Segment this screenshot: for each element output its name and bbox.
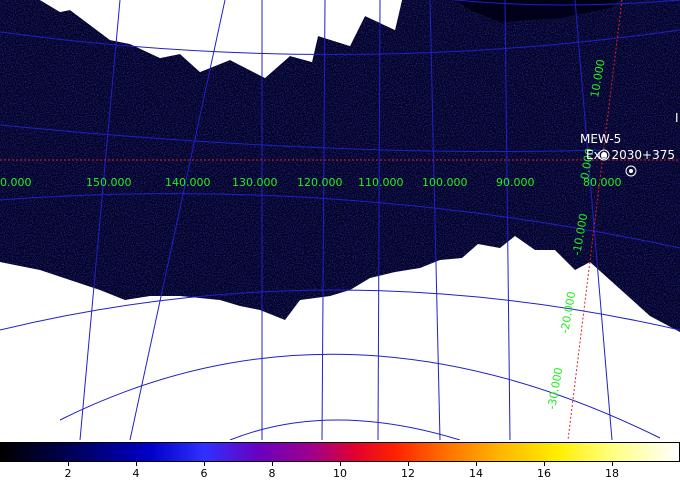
- lon-label-150: 150.000: [86, 176, 132, 189]
- colorbar-tick-mark: [272, 462, 273, 466]
- colorbar-tick-mark: [408, 462, 409, 466]
- colorbar-tick-mark: [612, 462, 613, 466]
- lon-label-140: 140.000: [165, 176, 211, 189]
- colorbar-tick-mark: [68, 462, 69, 466]
- colorbar-tick-mark: [544, 462, 545, 466]
- colorbar-tick-label: 2: [64, 467, 72, 480]
- sky-map: 0.000 150.000 140.000 130.000 120.000 11…: [0, 0, 680, 440]
- lon-label-0: 0.000: [0, 176, 32, 189]
- lon-label-130: 130.000: [232, 176, 278, 189]
- lat-label-minus20: -20.000: [558, 290, 578, 334]
- colorbar-panel: 2 4 6 8 10 12 14 16 18: [0, 440, 680, 488]
- lon-label-90: 90.000: [496, 176, 535, 189]
- survey-noise: [0, 0, 680, 332]
- colorbar-tick-label: 18: [605, 467, 619, 480]
- lon-label-100: 100.000: [422, 176, 468, 189]
- colorbar-gradient: [0, 442, 680, 462]
- colorbar-tick-label: 10: [333, 467, 347, 480]
- lat-label-minus30: -30.000: [545, 366, 565, 410]
- right-edge-mark: I: [675, 111, 679, 125]
- colorbar-tick-mark: [204, 462, 205, 466]
- colorbar-tick-label: 16: [537, 467, 551, 480]
- colorbar-tick-label: 14: [469, 467, 483, 480]
- colorbar-tick-mark: [340, 462, 341, 466]
- lon-label-120: 120.000: [297, 176, 343, 189]
- colorbar-tick-label: 4: [132, 467, 140, 480]
- lon-label-110: 110.000: [358, 176, 404, 189]
- colorbar-tick-label: 6: [200, 467, 208, 480]
- source-label-mew5: MEW-5: [580, 132, 621, 146]
- colorbar-tick-label: 8: [268, 467, 276, 480]
- colorbar-tick-label: 12: [401, 467, 415, 480]
- colorbar-tick-mark: [136, 462, 137, 466]
- colorbar-tick-mark: [476, 462, 477, 466]
- source-label-exo2030: Exo 2030+375: [586, 148, 675, 162]
